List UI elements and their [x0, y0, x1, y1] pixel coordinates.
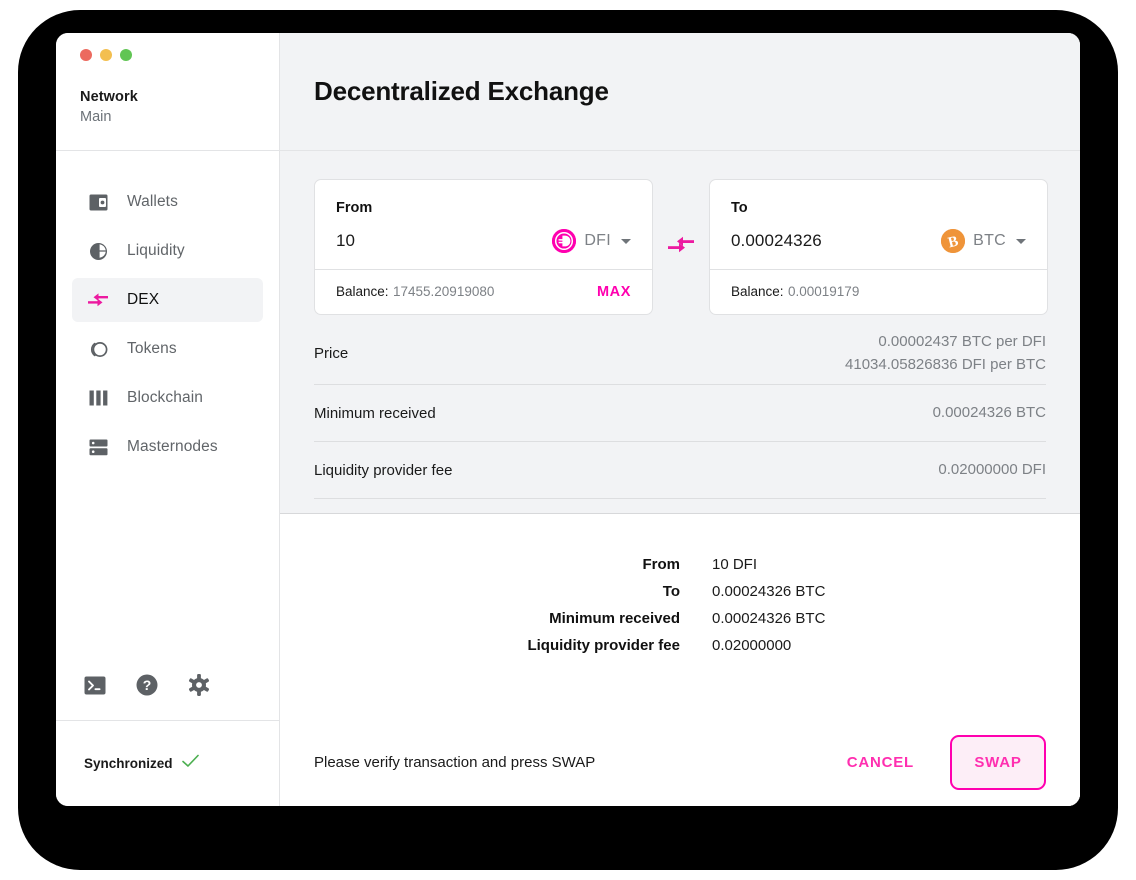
main-content: Decentralized Exchange From 10 DFI Balan…: [280, 33, 1080, 806]
to-amount-input[interactable]: [731, 231, 931, 251]
minimize-window-button[interactable]: [100, 49, 112, 61]
sidebar-item-blockchain[interactable]: Blockchain: [72, 376, 263, 420]
svg-text:?: ?: [143, 677, 152, 693]
summary-key: To: [662, 583, 680, 600]
sync-status: Synchronized: [56, 720, 279, 806]
network-value: Main: [80, 109, 112, 126]
trade-info-rows: Price 0.00002437 BTC per DFI 41034.05826…: [314, 323, 1046, 499]
pie-chart-icon: [88, 241, 108, 261]
help-icon[interactable]: ?: [136, 674, 158, 696]
swap-cards-row: From 10 DFI Balance: 17455.20919080 MAX …: [314, 179, 1048, 315]
sidebar-tools: ?: [56, 650, 279, 720]
sidebar: Network Main Wallets Liquidity DEX Token…: [56, 33, 280, 806]
info-value: 0.00002437 BTC per DFI 41034.05826836 DF…: [845, 331, 1046, 376]
summary-key: Liquidity provider fee: [527, 637, 680, 654]
to-token-name: BTC: [973, 232, 1006, 249]
summary-value: 0.00024326 BTC: [712, 610, 826, 627]
chevron-down-icon: [621, 238, 631, 244]
info-label: Liquidity provider fee: [314, 461, 453, 479]
from-amount-input[interactable]: [336, 231, 536, 251]
sidebar-item-liquidity[interactable]: Liquidity: [72, 229, 263, 273]
chevron-down-icon: [1016, 238, 1026, 244]
close-window-button[interactable]: [80, 49, 92, 61]
action-buttons: CANCEL SWAP: [837, 734, 1046, 790]
sidebar-item-label: Liquidity: [127, 242, 185, 259]
gear-icon[interactable]: [188, 674, 210, 696]
from-balance-value: 17455.20919080: [393, 284, 495, 299]
to-label: To: [731, 200, 748, 216]
from-balance-row: Balance: 17455.20919080 MAX: [315, 269, 652, 314]
from-token-select[interactable]: DFI: [552, 229, 631, 253]
page-title: Decentralized Exchange: [314, 76, 609, 106]
from-card: From 10 DFI Balance: 17455.20919080 MAX: [314, 179, 653, 315]
network-label: Network: [80, 89, 138, 105]
check-icon: [181, 754, 199, 773]
sidebar-item-label: Tokens: [127, 340, 177, 357]
page-header: Decentralized Exchange: [280, 33, 1080, 151]
tokens-icon: [88, 339, 108, 359]
from-token-name: DFI: [584, 232, 611, 249]
to-card-body: To B BTC: [710, 180, 1047, 269]
server-icon: [88, 437, 108, 457]
wallet-icon: [88, 192, 108, 212]
to-balance-value: 0.00019179: [788, 284, 860, 299]
swap-arrows-icon: [668, 234, 694, 261]
from-label: From: [336, 200, 373, 216]
sidebar-item-label: Blockchain: [127, 389, 203, 406]
info-value-line: 41034.05826836 DFI per BTC: [845, 355, 1046, 373]
cancel-button[interactable]: CANCEL: [837, 746, 924, 779]
info-label: Price: [314, 345, 349, 362]
summary-table: From 10 DFI To 0.00024326 BTC Minimum re…: [280, 514, 1080, 654]
to-card: To B BTC: [709, 179, 1048, 315]
summary-key: Minimum received: [549, 610, 680, 627]
sidebar-item-masternodes[interactable]: Masternodes: [72, 425, 263, 469]
to-balance-row: Balance: 0.00019179: [710, 269, 1047, 314]
info-value: 0.02000000 DFI: [938, 460, 1046, 478]
swap-direction-button[interactable]: [653, 234, 709, 261]
to-input-row: B BTC: [731, 229, 1026, 253]
info-value: 0.00024326 BTC: [932, 403, 1046, 421]
sidebar-item-label: Masternodes: [127, 438, 218, 455]
summary-value: 0.02000000: [712, 637, 792, 654]
summary-key: From: [642, 556, 681, 573]
from-card-body: From 10 DFI: [315, 180, 652, 269]
maximize-window-button[interactable]: [120, 49, 132, 61]
sync-status-label: Synchronized: [84, 756, 173, 771]
swap-button[interactable]: SWAP: [950, 734, 1046, 790]
info-row-price: Price 0.00002437 BTC per DFI 41034.05826…: [314, 323, 1046, 385]
sidebar-item-tokens[interactable]: Tokens: [72, 327, 263, 371]
info-label: Minimum received: [314, 404, 436, 422]
info-row-minimum-received: Minimum received 0.00024326 BTC: [314, 385, 1046, 442]
sidebar-item-label: Wallets: [127, 193, 178, 210]
dex-panel: From 10 DFI Balance: 17455.20919080 MAX …: [280, 151, 1080, 514]
console-icon[interactable]: [84, 674, 106, 696]
app-window: Network Main Wallets Liquidity DEX Token…: [56, 33, 1080, 806]
verify-message: Please verify transaction and press SWAP: [314, 753, 596, 771]
dfi-token-icon: [552, 229, 577, 253]
summary-value: 10 DFI: [712, 556, 758, 573]
info-value-line: 0.00002437 BTC per DFI: [878, 333, 1046, 350]
from-balance: Balance: 17455.20919080: [336, 283, 494, 301]
window-traffic-lights: [80, 49, 255, 61]
sidebar-item-wallets[interactable]: Wallets: [72, 180, 263, 224]
max-button[interactable]: MAX: [597, 284, 631, 300]
to-balance-label: Balance:: [731, 284, 784, 299]
to-token-select[interactable]: B BTC: [941, 229, 1026, 253]
sidebar-item-dex[interactable]: DEX: [72, 278, 263, 322]
summary-grid: From 10 DFI To 0.00024326 BTC Minimum re…: [440, 556, 825, 654]
from-balance-label: Balance:: [336, 284, 389, 299]
sidebar-item-label: DEX: [127, 291, 160, 308]
info-row-liquidity-provider-fee: Liquidity provider fee 0.02000000 DFI: [314, 442, 1046, 499]
to-balance: Balance: 0.00019179: [731, 283, 859, 301]
sidebar-nav: Wallets Liquidity DEX Tokens Blockchain …: [56, 151, 279, 650]
btc-token-icon: B: [941, 229, 966, 253]
confirmation-panel: From 10 DFI To 0.00024326 BTC Minimum re…: [280, 514, 1080, 806]
summary-value: 0.00024326 BTC: [712, 583, 826, 600]
sidebar-header: Network Main: [56, 33, 279, 151]
bars-icon: [88, 388, 108, 408]
action-bar: Please verify transaction and press SWAP…: [280, 718, 1080, 806]
swap-arrows-icon: [88, 290, 108, 310]
from-input-row: DFI: [336, 229, 631, 253]
